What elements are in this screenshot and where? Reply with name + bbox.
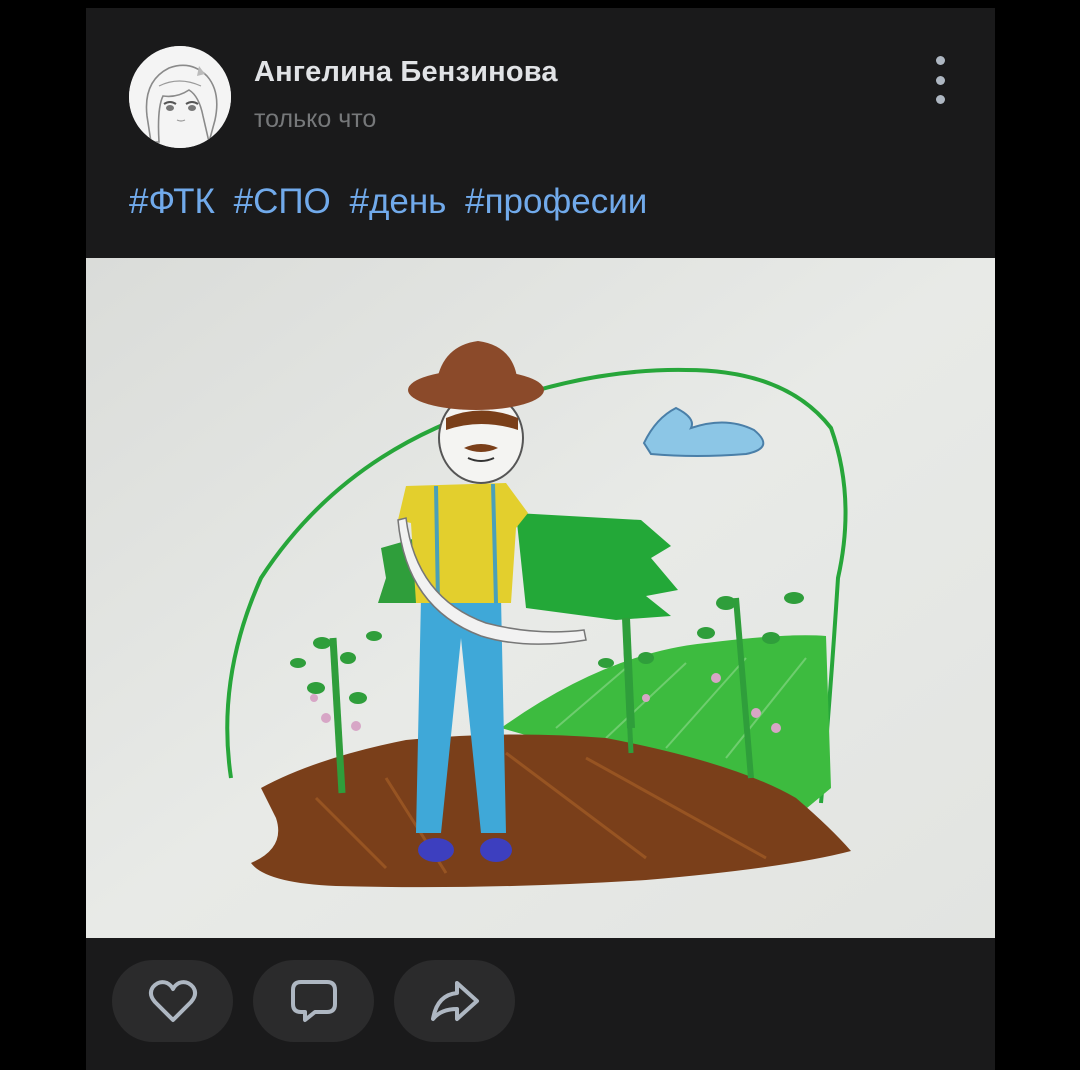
hashtag-profesii[interactable]: #професии (465, 182, 647, 221)
heart-icon (148, 980, 197, 1022)
comment-icon (290, 980, 337, 1022)
drawing-photo (86, 258, 995, 938)
menu-dot (935, 75, 945, 85)
hashtags: #ФТК #СПО #день #професии (129, 182, 656, 222)
post-actions (112, 960, 515, 1042)
share-button[interactable] (394, 960, 515, 1042)
hashtag-ftk[interactable]: #ФТК (129, 182, 215, 221)
author-avatar[interactable] (129, 46, 231, 148)
more-vertical-icon[interactable] (922, 56, 958, 104)
post-photo[interactable] (86, 258, 995, 938)
hashtag-spo[interactable]: #СПО (234, 182, 331, 221)
post-card: Ангелина Бензинова только что #ФТК #СПО … (86, 8, 995, 1070)
menu-dot (935, 95, 945, 104)
hashtag-den[interactable]: #день (349, 182, 446, 221)
anime-girl-avatar-icon (129, 46, 231, 148)
share-arrow-icon (430, 981, 479, 1021)
post-time: только что (254, 105, 377, 133)
menu-dot (935, 56, 945, 65)
like-button[interactable] (112, 960, 233, 1042)
comment-button[interactable] (253, 960, 374, 1042)
author-name[interactable]: Ангелина Бензинова (254, 56, 558, 89)
